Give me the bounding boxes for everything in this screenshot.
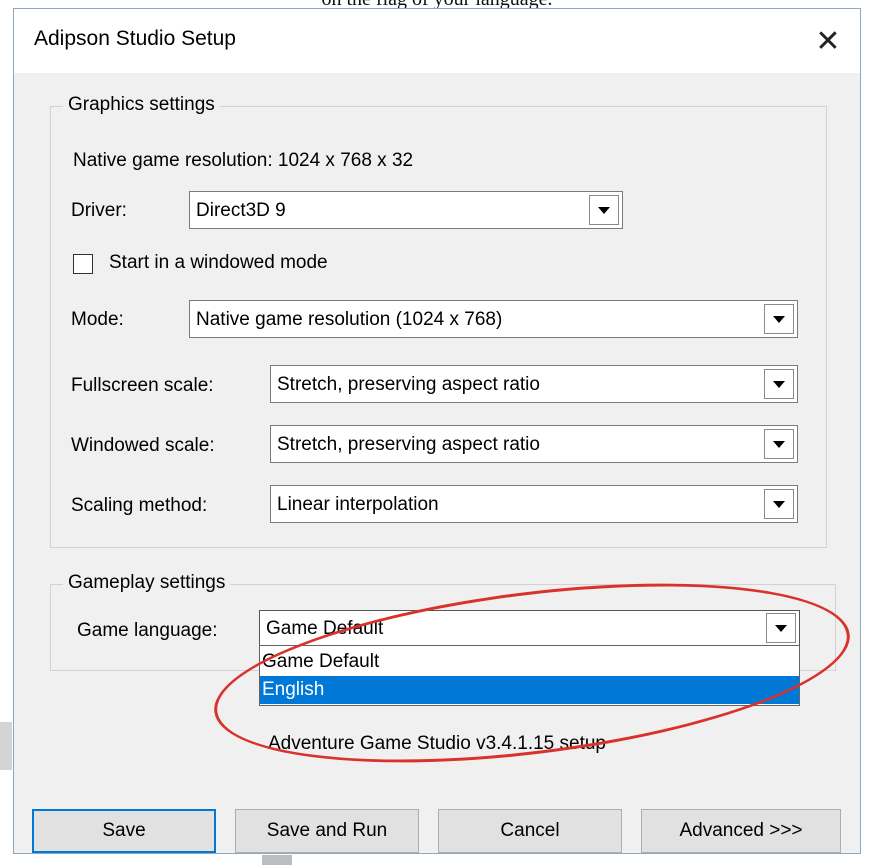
close-button[interactable]: ✕ xyxy=(796,9,860,73)
chevron-down-icon[interactable] xyxy=(764,429,794,459)
chevron-down-icon[interactable] xyxy=(764,304,794,334)
advanced-button[interactable]: Advanced >>> xyxy=(641,809,841,853)
driver-label: Driver: xyxy=(71,200,127,221)
fullscreen-scale-value: Stretch, preserving aspect ratio xyxy=(277,374,540,395)
fullscreen-scale-label: Fullscreen scale: xyxy=(71,375,214,396)
scaling-method-label: Scaling method: xyxy=(71,495,208,516)
windowed-scale-label: Windowed scale: xyxy=(71,435,215,456)
save-and-run-button[interactable]: Save and Run xyxy=(235,809,419,853)
game-language-dropdown: Game Default English xyxy=(259,645,800,706)
mode-value: Native game resolution (1024 x 768) xyxy=(196,309,503,330)
cancel-button[interactable]: Cancel xyxy=(438,809,622,853)
chevron-down-icon[interactable] xyxy=(766,613,796,643)
scaling-method-select[interactable]: Linear interpolation xyxy=(270,485,798,523)
native-resolution-text: Native game resolution: 1024 x 768 x 32 xyxy=(73,150,414,171)
version-text: Adventure Game Studio v3.4.1.15 setup xyxy=(268,733,606,754)
language-option-game-default[interactable]: Game Default xyxy=(260,648,799,676)
mode-select[interactable]: Native game resolution (1024 x 768) xyxy=(189,300,798,338)
close-icon: ✕ xyxy=(815,23,841,59)
setup-dialog: Adipson Studio Setup ✕ Graphics settings… xyxy=(13,8,861,854)
game-language-select[interactable]: Game Default xyxy=(259,610,800,646)
graphics-settings-group: Graphics settings Native game resolution… xyxy=(50,94,827,548)
driver-value: Direct3D 9 xyxy=(196,200,286,221)
background-strip xyxy=(0,722,12,770)
game-language-label: Game language: xyxy=(77,620,218,641)
windowed-scale-value: Stretch, preserving aspect ratio xyxy=(277,434,540,455)
windowed-mode-label: Start in a windowed mode xyxy=(109,252,328,273)
mode-label: Mode: xyxy=(71,309,124,330)
background-strip-bottom xyxy=(262,855,292,865)
window-title: Adipson Studio Setup xyxy=(34,27,236,50)
windowed-scale-select[interactable]: Stretch, preserving aspect ratio xyxy=(270,425,798,463)
fullscreen-scale-select[interactable]: Stretch, preserving aspect ratio xyxy=(270,365,798,403)
graphics-settings-label: Graphics settings xyxy=(63,94,220,116)
driver-select[interactable]: Direct3D 9 xyxy=(189,191,623,229)
scaling-method-value: Linear interpolation xyxy=(277,494,439,515)
chevron-down-icon[interactable] xyxy=(764,489,794,519)
gameplay-settings-label: Gameplay settings xyxy=(63,572,231,594)
chevron-down-icon[interactable] xyxy=(589,195,619,225)
chevron-down-icon[interactable] xyxy=(764,369,794,399)
windowed-mode-checkbox[interactable] xyxy=(73,254,93,274)
language-option-english[interactable]: English xyxy=(260,676,799,704)
save-button[interactable]: Save xyxy=(32,809,216,853)
game-language-value: Game Default xyxy=(266,618,384,639)
title-bar: Adipson Studio Setup ✕ xyxy=(14,9,860,73)
